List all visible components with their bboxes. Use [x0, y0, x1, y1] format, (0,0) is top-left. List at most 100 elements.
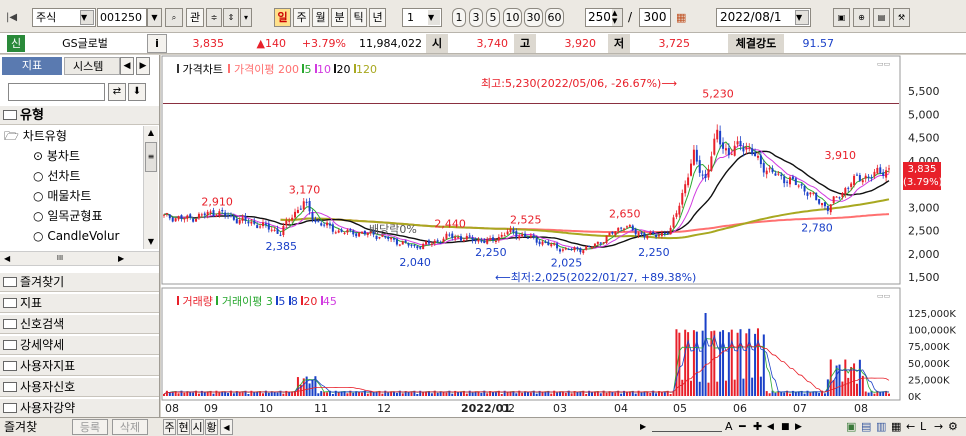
- stop-icon[interactable]: ■: [781, 419, 793, 435]
- price-annotation: 2,025: [551, 257, 583, 270]
- section-user-strength[interactable]: 사용자강약: [0, 399, 159, 418]
- candle-body: [640, 232, 643, 234]
- zoom-text-icon[interactable]: A: [725, 419, 737, 435]
- legend-marker-icon: [177, 64, 179, 73]
- period-week[interactable]: 주: [293, 8, 310, 27]
- zoom-out-icon[interactable]: ━: [739, 419, 751, 435]
- quick-count-5[interactable]: 5: [486, 8, 500, 27]
- tree-parent-chart-type[interactable]: 🗁 차트유형: [4, 126, 67, 146]
- gwan-button[interactable]: 관: [186, 8, 204, 27]
- quick-count-60[interactable]: 60: [545, 8, 564, 27]
- delete-button[interactable]: 삭제: [112, 419, 148, 435]
- indicator-search-input[interactable]: [8, 83, 105, 101]
- chart-svg[interactable]: 2,910 3,170 2,385 2,040 2,440 2,250 2,525 2,025…: [161, 55, 966, 417]
- tab-next-icon[interactable]: ▶: [136, 57, 150, 75]
- section-strength[interactable]: 강세약세: [0, 336, 159, 355]
- tab-market[interactable]: 시: [191, 419, 204, 435]
- candle-body: [608, 232, 611, 236]
- period-minute[interactable]: 분: [331, 8, 348, 27]
- chart-scroll-track[interactable]: [652, 422, 722, 432]
- step-back-icon[interactable]: ◀: [767, 419, 779, 435]
- view-icon-1[interactable]: ▣: [846, 419, 860, 435]
- menu-chevron-icon[interactable]: ▾: [240, 8, 252, 27]
- interval-select[interactable]: 1 ▼: [402, 8, 442, 27]
- section-favorites[interactable]: 즐겨찾기: [0, 273, 159, 292]
- volume-bar: [360, 392, 363, 396]
- tools-icon[interactable]: ⚒: [893, 8, 910, 27]
- tab-prev-icon[interactable]: ◀: [120, 57, 134, 75]
- scroll-left-icon[interactable]: ◀: [4, 252, 10, 265]
- zoom-icon[interactable]: ⊕: [853, 8, 870, 27]
- section-label: 사용자강약: [20, 401, 76, 415]
- tree-scrollbar[interactable]: ▲ ≡ ▼: [143, 126, 158, 249]
- chart-scroll-left-icon[interactable]: ▶: [640, 420, 650, 434]
- tab-system[interactable]: 시스템: [64, 57, 120, 75]
- view-icon-4[interactable]: ▦: [891, 419, 905, 435]
- quick-count-10[interactable]: 10: [503, 8, 522, 27]
- candle-body: [585, 246, 588, 250]
- view-icon-3[interactable]: ▥: [876, 419, 890, 435]
- nav-right-icon[interactable]: →: [934, 419, 948, 435]
- scroll-up-icon[interactable]: ▲: [144, 126, 158, 140]
- view-icon-2[interactable]: ▤: [861, 419, 875, 435]
- tab-indicator[interactable]: 지표: [2, 57, 62, 75]
- chart-type-volume-profile[interactable]: ○ 매물차트: [33, 186, 91, 206]
- settings-icon[interactable]: ⚙: [948, 419, 962, 435]
- prev-icon[interactable]: |◀: [6, 10, 22, 25]
- chart-type-candle[interactable]: ⊙ 봉차트: [33, 146, 80, 166]
- grid-config-icon[interactable]: ▦: [676, 9, 692, 26]
- chart-type-candlevolume[interactable]: ○ CandleVolur: [33, 226, 143, 246]
- price-pane-maximize-icon[interactable]: ▭▭: [877, 60, 895, 69]
- nav-bottom-icon[interactable]: L: [920, 419, 934, 435]
- section-indicators[interactable]: 지표: [0, 294, 159, 313]
- date-input[interactable]: 2022/08/1 ▼: [716, 8, 811, 27]
- section-type[interactable]: 유형: [0, 106, 159, 125]
- section-user-indicators[interactable]: 사용자지표: [0, 357, 159, 376]
- market-select[interactable]: 주식 ▼: [32, 8, 96, 27]
- period-year[interactable]: 년: [369, 8, 386, 27]
- scroll-thumb[interactable]: ≡: [145, 142, 157, 172]
- step-forward-icon[interactable]: ▶: [795, 419, 807, 435]
- quick-count-3[interactable]: 3: [469, 8, 483, 27]
- scroll-h-thumb[interactable]: III: [30, 253, 90, 264]
- period-month[interactable]: 월: [312, 8, 329, 27]
- save-icon[interactable]: ▤: [873, 8, 890, 27]
- period-tick[interactable]: 틱: [350, 8, 367, 27]
- chart-area[interactable]: 2,910 3,170 2,385 2,040 2,440 2,250 2,525 2,025…: [161, 55, 966, 436]
- section-signal-search[interactable]: 신호검색: [0, 315, 159, 334]
- updown-icon[interactable]: ⇕: [223, 8, 239, 27]
- tab-status[interactable]: 황: [205, 419, 218, 435]
- candle-body: [291, 217, 294, 221]
- zoom-in-icon[interactable]: ✚: [753, 419, 765, 435]
- horizontal-scrollbar[interactable]: ◀ III ▶: [0, 251, 159, 266]
- sort-icon[interactable]: ≑: [206, 8, 222, 27]
- candle-body: [253, 220, 256, 224]
- search-icon[interactable]: ⌕: [165, 8, 183, 27]
- candle-body: [276, 228, 279, 234]
- chart-type-ichimoku[interactable]: ○ 일목균형표: [33, 206, 103, 226]
- bar-count-input[interactable]: 250 ▲ ▼: [585, 8, 623, 27]
- register-button[interactable]: 등록: [72, 419, 108, 435]
- code-dropdown-icon[interactable]: ▼: [147, 8, 162, 27]
- quick-count-30[interactable]: 30: [524, 8, 543, 27]
- tab-scroll-left-icon[interactable]: ◀: [220, 419, 233, 435]
- code-input[interactable]: 001250: [97, 8, 147, 27]
- info-button[interactable]: i: [147, 34, 167, 53]
- tab-current[interactable]: 현: [177, 419, 190, 435]
- x-axis-label: 09: [204, 402, 218, 415]
- quick-count-1[interactable]: 1: [452, 8, 466, 27]
- volume-pane-maximize-icon[interactable]: ▭▭: [877, 292, 895, 301]
- volume-bar: [882, 391, 885, 396]
- refresh-icon[interactable]: ⇄: [108, 83, 126, 101]
- scroll-right-icon[interactable]: ▶: [118, 252, 124, 265]
- nav-left-icon[interactable]: ←: [906, 419, 920, 435]
- download-icon[interactable]: ⬇: [128, 83, 146, 101]
- window-icon[interactable]: ▣: [833, 8, 850, 27]
- candle-body: [870, 177, 873, 179]
- chart-type-line[interactable]: ○ 선차트: [33, 166, 80, 186]
- section-user-signals[interactable]: 사용자신호: [0, 378, 159, 397]
- period-day[interactable]: 일: [274, 8, 291, 27]
- candle-body: [506, 231, 509, 235]
- scroll-down-icon[interactable]: ▼: [144, 235, 158, 249]
- tab-main[interactable]: 주: [163, 419, 176, 435]
